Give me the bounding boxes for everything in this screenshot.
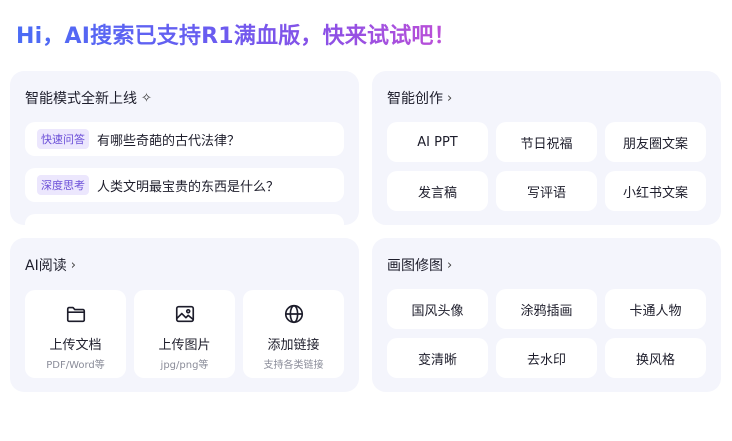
create-item-moments-copy[interactable]: 朋友圈文案 bbox=[605, 122, 706, 162]
tile-label: 添加链接 bbox=[267, 338, 320, 353]
draw-item-cartoon[interactable]: 卡通人物 bbox=[605, 289, 706, 329]
create-item-holiday-greeting[interactable]: 节日祝福 bbox=[496, 122, 597, 162]
draw-item-guofeng-avatar[interactable]: 国风头像 bbox=[387, 289, 488, 329]
smart-create-title-text: 智能创作 bbox=[387, 91, 443, 107]
chevron-right-icon: › bbox=[447, 257, 453, 273]
headline: Hi，AI搜索已支持R1满血版，快来试试吧！ bbox=[16, 18, 456, 50]
question-item-quick[interactable]: 快速问答 有哪些奇葩的古代法律？ bbox=[25, 122, 344, 156]
question-tag: 深度思考 bbox=[37, 175, 89, 195]
tile-sublabel: jpg/png等 bbox=[160, 360, 209, 371]
draw-item-sharpen[interactable]: 变清晰 bbox=[387, 338, 488, 378]
create-item-xiaohongshu-copy[interactable]: 小红书文案 bbox=[605, 171, 706, 211]
ai-read-title[interactable]: AI阅读 › bbox=[25, 255, 76, 275]
globe-icon bbox=[284, 304, 303, 324]
question-text: 有哪些奇葩的古代法律？ bbox=[97, 133, 241, 149]
image-icon bbox=[175, 305, 194, 323]
draw-item-change-style[interactable]: 换风格 bbox=[605, 338, 706, 378]
draw-edit-title-text: 画图修图 bbox=[387, 258, 443, 274]
draw-item-doodle[interactable]: 涂鸦插画 bbox=[496, 289, 597, 329]
tile-label: 上传文档 bbox=[49, 338, 102, 353]
ai-read-title-text: AI阅读 bbox=[25, 258, 67, 274]
chevron-right-icon: › bbox=[70, 257, 76, 273]
question-item-partial[interactable] bbox=[25, 214, 344, 225]
tile-sublabel: 支持各类链接 bbox=[263, 360, 324, 371]
draw-item-remove-watermark[interactable]: 去水印 bbox=[496, 338, 597, 378]
add-link-tile[interactable]: 添加链接 支持各类链接 bbox=[243, 290, 344, 378]
draw-edit-title[interactable]: 画图修图 › bbox=[387, 255, 452, 275]
draw-edit-card: 画图修图 › 国风头像 涂鸦插画 卡通人物 变清晰 去水印 换风格 bbox=[372, 238, 721, 392]
upload-image-tile[interactable]: 上传图片 jpg/png等 bbox=[134, 290, 235, 378]
tile-label: 上传图片 bbox=[158, 338, 211, 353]
question-text: 人类文明最宝贵的东西是什么？ bbox=[97, 179, 280, 195]
smart-mode-card: 智能模式全新上线 ✧ 快速问答 有哪些奇葩的古代法律？ 深度思考 人类文明最宝贵… bbox=[10, 71, 359, 225]
ai-read-card: AI阅读 › 上传文档 PDF/Word等 上传图片 jpg/png等 添加链接… bbox=[10, 238, 359, 392]
create-item-speech[interactable]: 发言稿 bbox=[387, 171, 488, 211]
chevron-right-icon: › bbox=[447, 90, 453, 106]
smart-mode-title-text: 智能模式全新上线 bbox=[25, 91, 137, 107]
tile-sublabel: PDF/Word等 bbox=[46, 360, 105, 371]
smart-mode-title: 智能模式全新上线 ✧ bbox=[25, 88, 152, 108]
question-item-deep[interactable]: 深度思考 人类文明最宝贵的东西是什么？ bbox=[25, 168, 344, 202]
create-item-ai-ppt[interactable]: AI PPT bbox=[387, 122, 488, 162]
folder-icon bbox=[66, 306, 85, 323]
question-tag: 快速问答 bbox=[37, 129, 89, 149]
upload-document-tile[interactable]: 上传文档 PDF/Word等 bbox=[25, 290, 126, 378]
smart-create-card: 智能创作 › AI PPT 节日祝福 朋友圈文案 发言稿 写评语 小红书文案 bbox=[372, 71, 721, 225]
smart-create-title[interactable]: 智能创作 › bbox=[387, 88, 452, 108]
create-item-comment[interactable]: 写评语 bbox=[496, 171, 597, 211]
sparkle-icon: ✧ bbox=[141, 90, 152, 106]
